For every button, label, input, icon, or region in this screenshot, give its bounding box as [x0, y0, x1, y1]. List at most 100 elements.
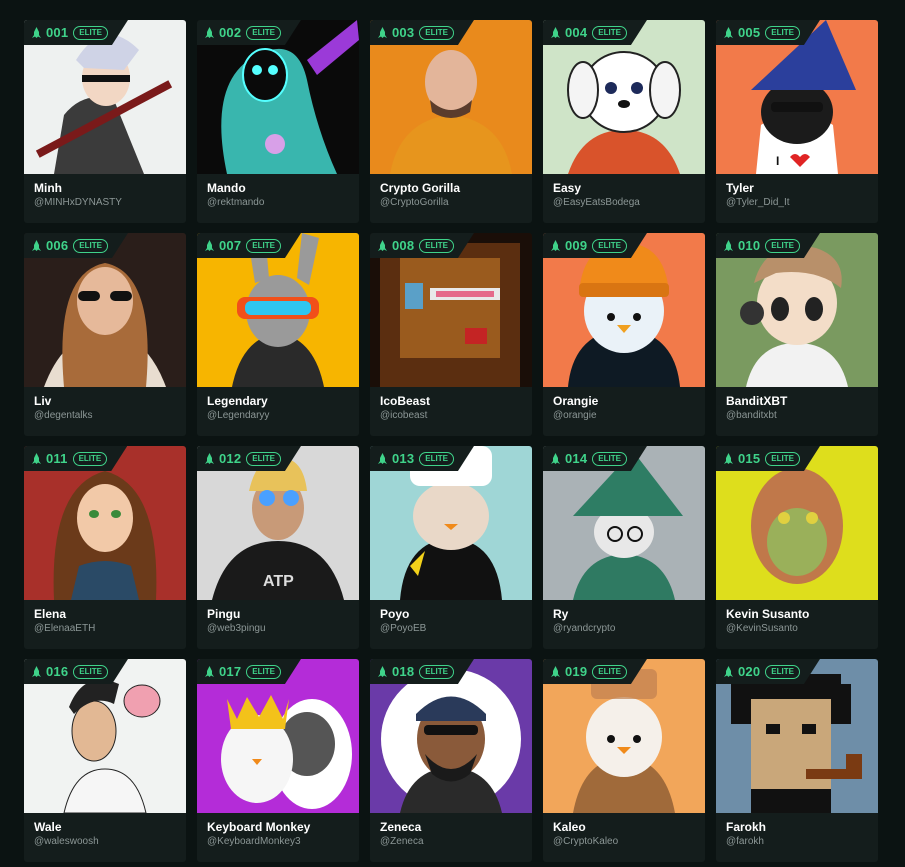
rank-tab: 009 ELITE	[543, 233, 647, 258]
profile-handle[interactable]: @Tyler_Did_It	[726, 197, 790, 208]
rank-tab: 018 ELITE	[370, 659, 474, 684]
rank-tab: 007 ELITE	[197, 233, 301, 258]
profile-card[interactable]: 009 ELITE Orangie @orangie	[543, 233, 705, 436]
profile-card[interactable]: 019 ELITE Kaleo @CryptoKaleo	[543, 659, 705, 862]
profile-handle[interactable]: @rektmando	[207, 197, 264, 208]
elite-badge: ELITE	[765, 452, 800, 466]
profile-card[interactable]: 002 ELITE Mando @rektmando	[197, 20, 359, 223]
rocket-icon	[551, 240, 560, 251]
rank-number: 010	[738, 238, 761, 253]
elite-badge: ELITE	[765, 26, 800, 40]
rocket-icon	[551, 666, 560, 677]
profile-name: Minh	[34, 181, 62, 195]
profile-name: Orangie	[553, 394, 599, 408]
rank-tab: 019 ELITE	[543, 659, 647, 684]
profile-handle[interactable]: @orangie	[553, 410, 597, 421]
rank-number: 013	[392, 451, 415, 466]
rank-number: 009	[565, 238, 588, 253]
elite-badge: ELITE	[246, 665, 281, 679]
profile-handle[interactable]: @ryandcrypto	[553, 623, 615, 634]
rank-number: 002	[219, 25, 242, 40]
profile-card[interactable]: 006 ELITE Liv @degentalks	[24, 233, 186, 436]
rocket-icon	[205, 240, 214, 251]
profile-card[interactable]: 004 ELITE Easy @EasyEatsBodega	[543, 20, 705, 223]
elite-badge: ELITE	[246, 26, 281, 40]
elite-badge: ELITE	[592, 239, 627, 253]
elite-badge: ELITE	[246, 239, 281, 253]
profile-handle[interactable]: @CryptoKaleo	[553, 836, 618, 847]
rocket-icon	[378, 240, 387, 251]
rocket-icon	[205, 666, 214, 677]
rank-tab: 015 ELITE	[716, 446, 820, 471]
rank-number: 006	[46, 238, 69, 253]
profile-handle[interactable]: @Legendaryy	[207, 410, 269, 421]
elite-badge: ELITE	[419, 665, 454, 679]
profile-name: Pingu	[207, 607, 241, 621]
rank-tab: 003 ELITE	[370, 20, 474, 45]
elite-badge: ELITE	[419, 26, 454, 40]
profile-card[interactable]: 016 ELITE Wale @waleswoosh	[24, 659, 186, 862]
profile-handle[interactable]: @EasyEatsBodega	[553, 197, 640, 208]
profile-card[interactable]: ATP 012 ELITE Pingu @web3pingu	[197, 446, 359, 649]
profile-card[interactable]: 014 ELITE Ry @ryandcrypto	[543, 446, 705, 649]
profile-handle[interactable]: @degentalks	[34, 410, 93, 421]
profile-handle[interactable]: @KeyboardMonkey3	[207, 836, 301, 847]
rocket-icon	[378, 666, 387, 677]
profile-handle[interactable]: @web3pingu	[207, 623, 266, 634]
rank-number: 008	[392, 238, 415, 253]
profile-handle[interactable]: @MINHxDYNASTY	[34, 197, 122, 208]
rank-number: 004	[565, 25, 588, 40]
profile-card[interactable]: 011 ELITE Elena @ElenaaETH	[24, 446, 186, 649]
leaderboard-grid: 001 ELITE Minh @MINHxDYNASTY 002 ELITE Mando @…	[24, 20, 878, 862]
elite-badge: ELITE	[73, 452, 108, 466]
profile-card[interactable]: 007 ELITE Legendary @Legendaryy	[197, 233, 359, 436]
profile-handle[interactable]: @KevinSusanto	[726, 623, 798, 634]
profile-name: Liv	[34, 394, 52, 408]
profile-handle[interactable]: @PoyoEB	[380, 623, 426, 634]
profile-handle[interactable]: @ElenaaETH	[34, 623, 95, 634]
elite-badge: ELITE	[765, 665, 800, 679]
profile-handle[interactable]: @farokh	[726, 836, 764, 847]
profile-card[interactable]: 017 ELITE Keyboard Monkey @KeyboardMonkey3	[197, 659, 359, 862]
profile-card[interactable]: 020 ELITE Farokh @farokh	[716, 659, 878, 862]
profile-name: Kaleo	[553, 820, 586, 834]
profile-handle[interactable]: @waleswoosh	[34, 836, 99, 847]
profile-card[interactable]: 015 ELITE Kevin Susanto @KevinSusanto	[716, 446, 878, 649]
rocket-icon	[32, 240, 41, 251]
profile-name: BanditXBT	[726, 394, 788, 408]
rank-tab: 004 ELITE	[543, 20, 647, 45]
profile-handle[interactable]: @CryptoGorilla	[380, 197, 449, 208]
profile-name: Mando	[207, 181, 246, 195]
profile-card[interactable]: 008 ELITE IcoBeast @icobeast	[370, 233, 532, 436]
profile-name: Wale	[34, 820, 62, 834]
profile-card[interactable]: 010 ELITE BanditXBT @banditxbt	[716, 233, 878, 436]
profile-name: Farokh	[726, 820, 767, 834]
profile-handle[interactable]: @Zeneca	[380, 836, 424, 847]
profile-card[interactable]: 003 ELITE Crypto Gorilla @CryptoGorilla	[370, 20, 532, 223]
rocket-icon	[724, 240, 733, 251]
rank-tab: 011 ELITE	[24, 446, 127, 471]
rank-tab: 008 ELITE	[370, 233, 474, 258]
elite-badge: ELITE	[765, 239, 800, 253]
rank-number: 017	[219, 664, 242, 679]
profile-name: Kevin Susanto	[726, 607, 810, 621]
elite-badge: ELITE	[73, 239, 108, 253]
profile-card[interactable]: I 005 ELITE Tyler @Tyler_Did_It	[716, 20, 878, 223]
profile-card[interactable]: 013 ELITE Poyo @PoyoEB	[370, 446, 532, 649]
rank-tab: 010 ELITE	[716, 233, 820, 258]
rank-number: 015	[738, 451, 761, 466]
profile-name: Elena	[34, 607, 67, 621]
profile-card[interactable]: 001 ELITE Minh @MINHxDYNASTY	[24, 20, 186, 223]
profile-name: Zeneca	[380, 820, 422, 834]
profile-name: Legendary	[207, 394, 268, 408]
profile-handle[interactable]: @icobeast	[380, 410, 427, 421]
profile-handle[interactable]: @banditxbt	[726, 410, 777, 421]
rank-number: 016	[46, 664, 69, 679]
profile-card[interactable]: 018 ELITE Zeneca @Zeneca	[370, 659, 532, 862]
rocket-icon	[32, 666, 41, 677]
elite-badge: ELITE	[419, 239, 454, 253]
profile-name: Easy	[553, 181, 582, 195]
rank-number: 020	[738, 664, 761, 679]
rank-tab: 006 ELITE	[24, 233, 128, 258]
rank-tab: 020 ELITE	[716, 659, 820, 684]
